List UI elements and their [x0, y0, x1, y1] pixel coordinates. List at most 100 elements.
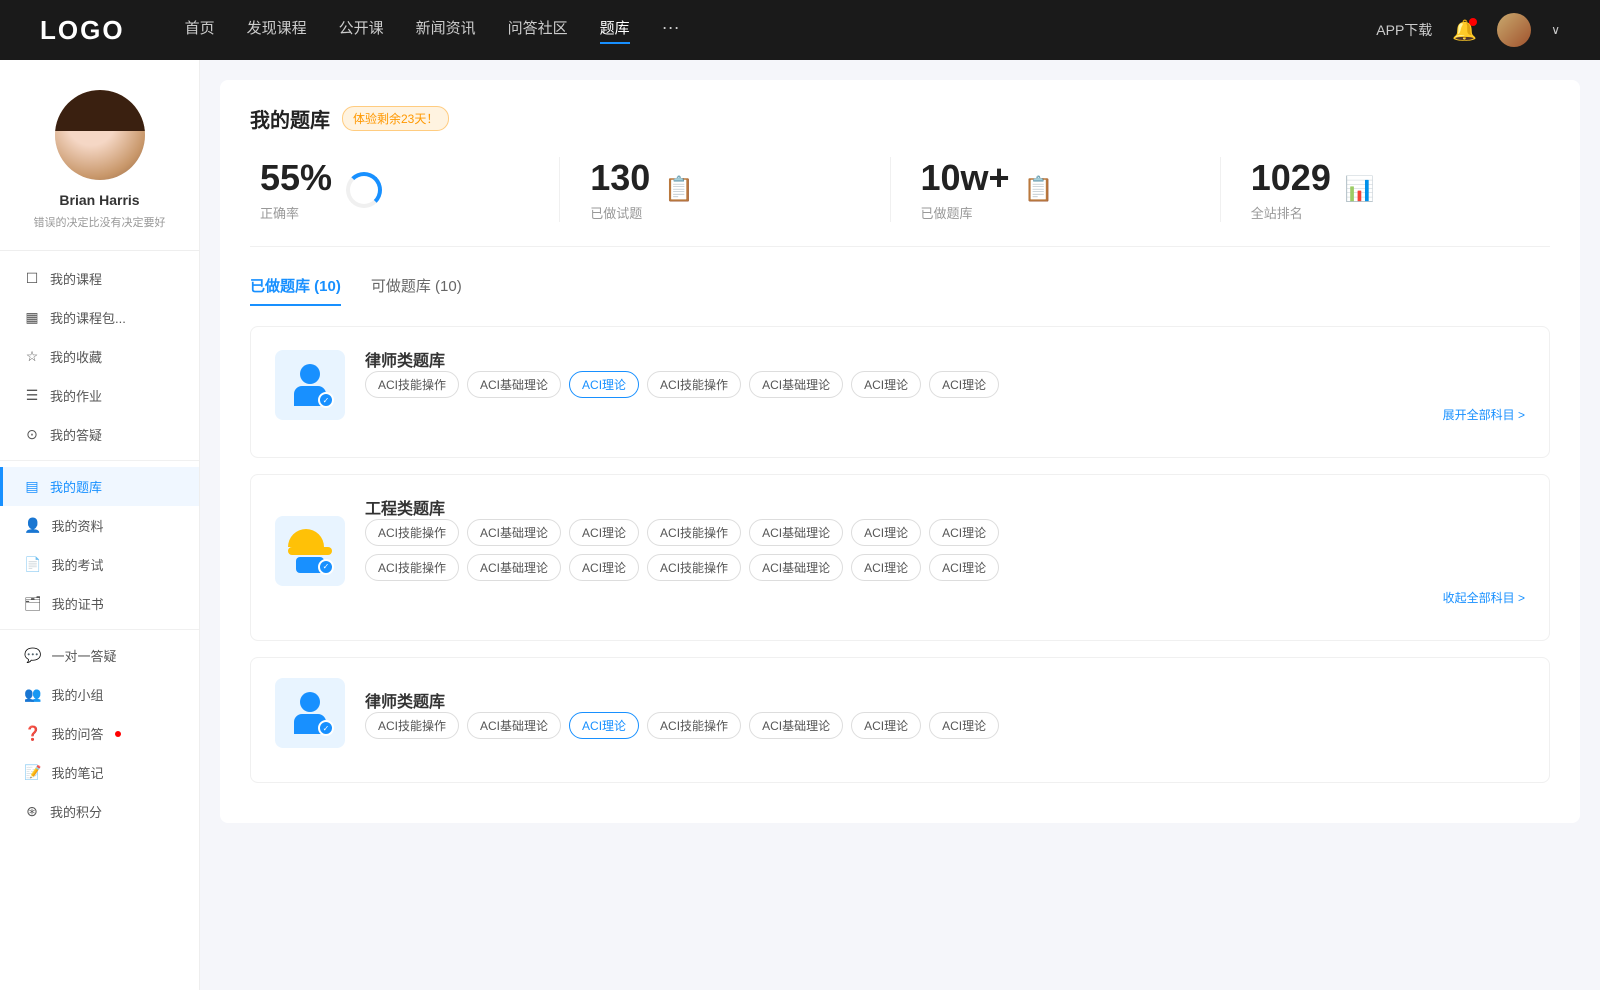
tag-4[interactable]: ACI基础理论: [749, 371, 843, 398]
accuracy-icon: [346, 172, 382, 208]
eng-tag-0[interactable]: ACI技能操作: [365, 519, 459, 546]
bank-section-engineer: ✓ 工程类题库 ACI技能操作 ACI基础理论 ACI理论 ACI技能操作 AC…: [250, 474, 1550, 641]
packages-icon: ▦: [24, 309, 40, 326]
bank-header-lawyer-1: ✓ 律师类题库 ACI技能操作 ACI基础理论 ACI理论 ACI技能操作 AC…: [275, 347, 1525, 423]
l2-tag-5[interactable]: ACI理论: [851, 712, 921, 739]
engineer-helmet-icon: ✓: [288, 529, 332, 573]
sidebar-item-notes[interactable]: 📝 我的笔记: [0, 753, 199, 792]
sidebar-item-one-on-one[interactable]: 💬 一对一答疑: [0, 636, 199, 675]
sidebar-item-exam[interactable]: 📄 我的考试: [0, 545, 199, 584]
bank-section-lawyer-2: ✓ 律师类题库 ACI技能操作 ACI基础理论 ACI理论 ACI技能操作 AC…: [250, 657, 1550, 783]
sidebar-item-group[interactable]: 👥 我的小组: [0, 675, 199, 714]
l2-tag-1[interactable]: ACI基础理论: [467, 712, 561, 739]
sidebar-item-courses[interactable]: ☐ 我的课程: [0, 259, 199, 298]
stat-rank-value: 1029: [1251, 157, 1331, 199]
l2-tag-6[interactable]: ACI理论: [929, 712, 999, 739]
nav-news[interactable]: 新闻资讯: [416, 17, 476, 44]
stat-done-banks-value: 10w+: [921, 157, 1010, 199]
lawyer-2-person-icon: ✓: [294, 692, 326, 734]
nav-discover[interactable]: 发现课程: [247, 17, 307, 44]
avatar-inner: [55, 90, 145, 180]
sidebar-divider-1: [0, 460, 199, 461]
lawyer-2-title: 律师类题库: [365, 688, 1525, 712]
l2-tag-0[interactable]: ACI技能操作: [365, 712, 459, 739]
stat-accuracy-value-wrap: 55% 正确率: [260, 157, 332, 222]
tag-2[interactable]: ACI理论: [569, 371, 639, 398]
lawyer-2-badge: ✓: [318, 720, 334, 736]
l2-tag-4[interactable]: ACI基础理论: [749, 712, 843, 739]
nav-open-course[interactable]: 公开课: [339, 17, 384, 44]
eng-tag-8[interactable]: ACI基础理论: [467, 554, 561, 581]
content-card: 我的题库 体验剩余23天！ 55% 正确率 130 已: [220, 80, 1580, 823]
l2-tag-2[interactable]: ACI理论: [569, 712, 639, 739]
nav-links: 首页 发现课程 公开课 新闻资讯 问答社区 题库 ···: [185, 17, 1377, 44]
engineer-collapse[interactable]: 收起全部科目 >: [365, 589, 1525, 606]
stat-accuracy-label: 正确率: [260, 203, 332, 222]
done-banks-icon: 📋: [1024, 175, 1054, 204]
sidebar-item-qa[interactable]: ⊙ 我的答疑: [0, 415, 199, 454]
eng-tag-6[interactable]: ACI理论: [929, 519, 999, 546]
sidebar-item-homework[interactable]: ☰ 我的作业: [0, 376, 199, 415]
lawyer-2-icon-wrap: ✓: [275, 678, 345, 748]
nav-home[interactable]: 首页: [185, 17, 215, 44]
profile-icon: 👤: [24, 517, 41, 534]
sidebar-item-packages[interactable]: ▦ 我的课程包...: [0, 298, 199, 337]
tag-6[interactable]: ACI理论: [929, 371, 999, 398]
eng-tag-3[interactable]: ACI技能操作: [647, 519, 741, 546]
nav-chevron-icon[interactable]: ∨: [1551, 23, 1560, 37]
eng-tag-1[interactable]: ACI基础理论: [467, 519, 561, 546]
tag-0[interactable]: ACI技能操作: [365, 371, 459, 398]
sidebar-profile: Brian Harris 错误的决定比没有决定要好: [0, 60, 199, 251]
notes-icon: 📝: [24, 764, 41, 781]
sidebar-label-notes: 我的笔记: [51, 763, 103, 782]
nav-bell[interactable]: 🔔: [1452, 18, 1477, 43]
eng-tag-4[interactable]: ACI基础理论: [749, 519, 843, 546]
helmet-top: [288, 529, 324, 547]
sidebar-item-points[interactable]: ⊛ 我的积分: [0, 792, 199, 831]
nav-app-download[interactable]: APP下载: [1376, 20, 1432, 40]
group-icon: 👥: [24, 686, 41, 703]
tag-1[interactable]: ACI基础理论: [467, 371, 561, 398]
tag-5[interactable]: ACI理论: [851, 371, 921, 398]
eng-tag-10[interactable]: ACI技能操作: [647, 554, 741, 581]
engineer-icon-wrap: ✓: [275, 516, 345, 586]
nav-bank[interactable]: 题库: [600, 17, 630, 44]
stats-row: 55% 正确率 130 已做试题 📋 10w+: [250, 157, 1550, 247]
eng-tag-5[interactable]: ACI理论: [851, 519, 921, 546]
eng-tag-13[interactable]: ACI理论: [929, 554, 999, 581]
nav-qa[interactable]: 问答社区: [508, 17, 568, 44]
stat-done-questions-value: 130: [590, 157, 650, 199]
lawyer-1-icon-wrap: ✓: [275, 350, 345, 420]
questions-icon: ❓: [24, 725, 41, 742]
done-questions-icon: 📋: [664, 175, 694, 204]
stat-done-banks: 10w+ 已做题库 📋: [891, 157, 1221, 222]
nav-right: APP下载 🔔 ∨: [1376, 13, 1560, 47]
cert-icon: 🗂: [24, 595, 42, 612]
sidebar-item-questions[interactable]: ❓ 我的问答: [0, 714, 199, 753]
bank-header-engineer: ✓ 工程类题库 ACI技能操作 ACI基础理论 ACI理论 ACI技能操作 AC…: [275, 495, 1525, 606]
eng-tag-12[interactable]: ACI理论: [851, 554, 921, 581]
logo[interactable]: LOGO: [40, 15, 125, 46]
tab-available-banks[interactable]: 可做题库 (10): [371, 275, 462, 306]
eng-tag-9[interactable]: ACI理论: [569, 554, 639, 581]
engineer-tags-1: ACI技能操作 ACI基础理论 ACI理论 ACI技能操作 ACI基础理论 AC…: [365, 519, 1525, 546]
lawyer-1-expand[interactable]: 展开全部科目 >: [365, 406, 1525, 423]
nav-more[interactable]: ···: [662, 17, 680, 44]
engineer-title: 工程类题库: [365, 495, 1525, 519]
sidebar-avatar: [55, 90, 145, 180]
sidebar-item-bank[interactable]: ▤ 我的题库: [0, 467, 199, 506]
navbar: LOGO 首页 发现课程 公开课 新闻资讯 问答社区 题库 ··· APP下载 …: [0, 0, 1600, 60]
sidebar-label-packages: 我的课程包...: [50, 308, 126, 327]
eng-tag-2[interactable]: ACI理论: [569, 519, 639, 546]
tag-3[interactable]: ACI技能操作: [647, 371, 741, 398]
sidebar-item-profile[interactable]: 👤 我的资料: [0, 506, 199, 545]
nav-avatar[interactable]: [1497, 13, 1531, 47]
tab-done-banks[interactable]: 已做题库 (10): [250, 275, 341, 306]
sidebar-item-cert[interactable]: 🗂 我的证书: [0, 584, 199, 623]
l2-tag-3[interactable]: ACI技能操作: [647, 712, 741, 739]
sidebar-menu: ☐ 我的课程 ▦ 我的课程包... ☆ 我的收藏 ☰ 我的作业 ⊙ 我的答疑 ▤: [0, 259, 199, 831]
eng-tag-7[interactable]: ACI技能操作: [365, 554, 459, 581]
stat-rank: 1029 全站排名 📊: [1221, 157, 1550, 222]
eng-tag-11[interactable]: ACI基础理论: [749, 554, 843, 581]
sidebar-item-favorites[interactable]: ☆ 我的收藏: [0, 337, 199, 376]
